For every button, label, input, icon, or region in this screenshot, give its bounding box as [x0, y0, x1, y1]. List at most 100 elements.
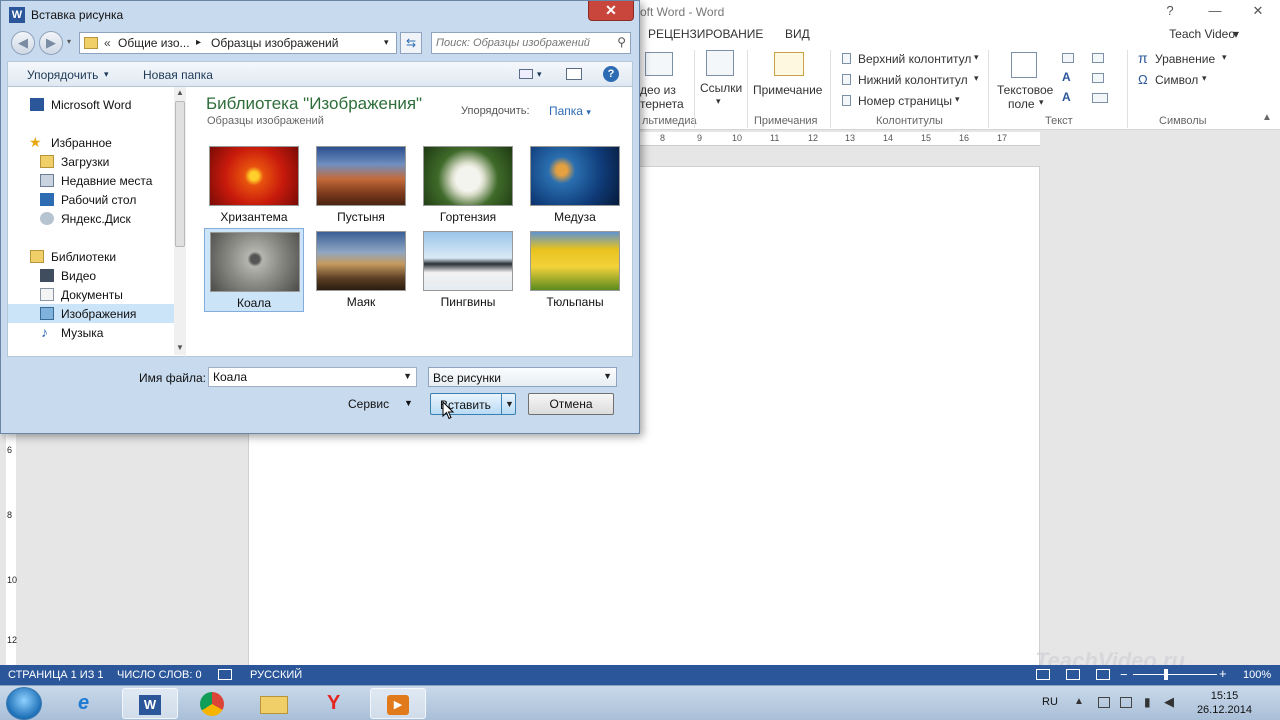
- text-box-label-2[interactable]: поле: [1008, 97, 1035, 111]
- links-chevron-icon[interactable]: ▾: [716, 96, 721, 107]
- address-bar[interactable]: « Общие изо... ▸ Образцы изображений ▾: [79, 32, 397, 54]
- volume-icon[interactable]: ◀: [1164, 694, 1174, 710]
- dialog-close-button[interactable]: ✕: [588, 1, 634, 21]
- signature-line-icon[interactable]: [1092, 53, 1104, 63]
- proofing-icon[interactable]: [218, 669, 232, 680]
- recent-pages-chevron-icon[interactable]: ▾: [67, 37, 71, 46]
- zoom-slider[interactable]: [1133, 674, 1217, 675]
- action-center-icon[interactable]: [1098, 697, 1110, 708]
- search-box[interactable]: ⚲: [431, 32, 631, 54]
- view-options-icon[interactable]: [519, 69, 533, 79]
- image-thumbnail[interactable]: Медуза: [525, 143, 625, 227]
- file-type-dropdown-icon[interactable]: ▼: [603, 371, 612, 381]
- nav-item-video[interactable]: Видео: [8, 266, 174, 285]
- page-number-button[interactable]: Номер страницы: [858, 94, 952, 108]
- user-chevron-icon[interactable]: ▾: [1233, 27, 1239, 41]
- nav-item-favorites[interactable]: ★ Избранное: [8, 133, 174, 152]
- zoom-in-icon[interactable]: +: [1219, 666, 1227, 681]
- search-icon[interactable]: ⚲: [617, 35, 626, 49]
- file-type-select[interactable]: Все рисунки ▼: [428, 367, 617, 387]
- insert-options-chevron-icon[interactable]: ▼: [505, 399, 514, 409]
- taskbar-chrome-icon[interactable]: [184, 688, 240, 719]
- filename-input[interactable]: [213, 370, 393, 384]
- nav-item-downloads[interactable]: Загрузки: [8, 152, 174, 171]
- image-thumbnail[interactable]: Пингвины: [418, 228, 518, 312]
- scroll-down-icon[interactable]: ▼: [176, 343, 184, 352]
- read-mode-icon[interactable]: [1036, 669, 1050, 680]
- nav-item-pictures[interactable]: Изображения: [8, 304, 174, 323]
- taskbar-word-icon[interactable]: W: [122, 688, 178, 719]
- page-number-chevron-icon[interactable]: ▾: [955, 94, 960, 105]
- zoom-slider-thumb[interactable]: [1164, 669, 1168, 680]
- symbol-button[interactable]: Символ: [1155, 73, 1198, 87]
- network-icon[interactable]: ▮: [1144, 695, 1151, 709]
- nav-item-yandex-disk[interactable]: Яндекс.Диск: [8, 209, 174, 228]
- symbol-chevron-icon[interactable]: ▾: [1202, 73, 1207, 84]
- minimize-button[interactable]: —: [1195, 0, 1235, 22]
- nav-item-recent-places[interactable]: Недавние места: [8, 171, 174, 190]
- date-time-icon[interactable]: [1092, 73, 1104, 83]
- breadcrumb-arrow-icon[interactable]: ▸: [196, 37, 201, 48]
- filename-combobox[interactable]: ▼: [208, 367, 417, 387]
- taskbar-media-icon[interactable]: ▶: [370, 688, 426, 719]
- image-thumbnail-selected[interactable]: Коала: [204, 228, 304, 312]
- taskbar-yandex-icon[interactable]: Y: [308, 688, 364, 719]
- tray-app-icon[interactable]: [1120, 697, 1132, 708]
- image-thumbnail[interactable]: Гортензия: [418, 143, 518, 227]
- comment-button[interactable]: Примечание: [753, 83, 822, 97]
- wordart-icon[interactable]: A: [1062, 70, 1071, 84]
- nav-item-libraries[interactable]: Библиотеки: [8, 247, 174, 266]
- help-icon[interactable]: ?: [603, 66, 619, 82]
- search-input[interactable]: [436, 35, 606, 51]
- footer-chevron-icon[interactable]: ▾: [974, 73, 979, 84]
- view-chevron-icon[interactable]: ▾: [537, 69, 542, 80]
- tab-review[interactable]: РЕЦЕНЗИРОВАНИЕ: [648, 27, 763, 41]
- cancel-button[interactable]: Отмена: [528, 393, 614, 415]
- breadcrumb-overflow-icon[interactable]: «: [104, 36, 111, 50]
- image-thumbnail[interactable]: Пустыня: [311, 143, 411, 227]
- taskbar-explorer-icon[interactable]: [246, 688, 302, 719]
- tab-view[interactable]: ВИД: [785, 27, 810, 41]
- image-thumbnail[interactable]: Маяк: [311, 228, 411, 312]
- zoom-level[interactable]: 100%: [1243, 669, 1271, 681]
- language-indicator[interactable]: РУССКИЙ: [250, 669, 302, 681]
- nav-scrollbar[interactable]: ▲ ▼: [174, 87, 186, 355]
- forward-button[interactable]: ▶: [39, 31, 63, 55]
- header-chevron-icon[interactable]: ▾: [974, 52, 979, 63]
- equation-button[interactable]: Уравнение: [1155, 52, 1215, 66]
- tools-button[interactable]: Сервис ▼: [341, 393, 417, 415]
- preview-pane-icon[interactable]: [566, 68, 582, 80]
- footer-button[interactable]: Нижний колонтитул: [858, 73, 968, 87]
- text-box-label-1[interactable]: Текстовое: [997, 83, 1053, 97]
- address-dropdown-icon[interactable]: ▾: [384, 37, 389, 48]
- online-video-label-1[interactable]: део из: [640, 83, 676, 97]
- online-video-label-2[interactable]: тернета: [640, 97, 684, 111]
- start-button[interactable]: [6, 687, 42, 720]
- links-button[interactable]: Ссылки: [700, 81, 742, 95]
- image-thumbnail[interactable]: Хризантема: [204, 143, 304, 227]
- page-count[interactable]: СТРАНИЦА 1 ИЗ 1: [8, 669, 104, 681]
- nav-item-documents[interactable]: Документы: [8, 285, 174, 304]
- close-button[interactable]: ✕: [1238, 0, 1278, 22]
- dialog-title-bar[interactable]: W Вставка рисунка ✕: [1, 1, 639, 29]
- header-button[interactable]: Верхний колонтитул: [858, 52, 971, 66]
- help-question-icon[interactable]: ?: [1150, 0, 1190, 22]
- web-layout-icon[interactable]: [1096, 669, 1110, 680]
- text-box-chevron-icon[interactable]: ▾: [1039, 97, 1044, 108]
- equation-chevron-icon[interactable]: ▾: [1222, 52, 1227, 63]
- word-count[interactable]: ЧИСЛО СЛОВ: 0: [117, 669, 202, 681]
- zoom-out-icon[interactable]: −: [1120, 667, 1128, 682]
- image-thumbnail[interactable]: Тюльпаны: [525, 228, 625, 312]
- nav-item-desktop[interactable]: Рабочий стол: [8, 190, 174, 209]
- taskbar-ie-icon[interactable]: e: [62, 688, 118, 719]
- arrange-chevron-icon[interactable]: ▾: [104, 69, 109, 80]
- arrange-by-dropdown[interactable]: Папка ▾: [549, 104, 591, 118]
- filename-dropdown-icon[interactable]: ▼: [403, 371, 412, 381]
- nav-item-music[interactable]: ♪ Музыка: [8, 323, 174, 342]
- arrange-menu-button[interactable]: Упорядочить: [27, 68, 98, 82]
- new-folder-button[interactable]: Новая папка: [143, 68, 213, 82]
- breadcrumb-item[interactable]: Образцы изображений: [211, 36, 338, 50]
- collapse-ribbon-icon[interactable]: ▲: [1262, 112, 1272, 123]
- refresh-button[interactable]: ⇆: [400, 32, 422, 54]
- nav-scrollbar-thumb[interactable]: [175, 101, 185, 247]
